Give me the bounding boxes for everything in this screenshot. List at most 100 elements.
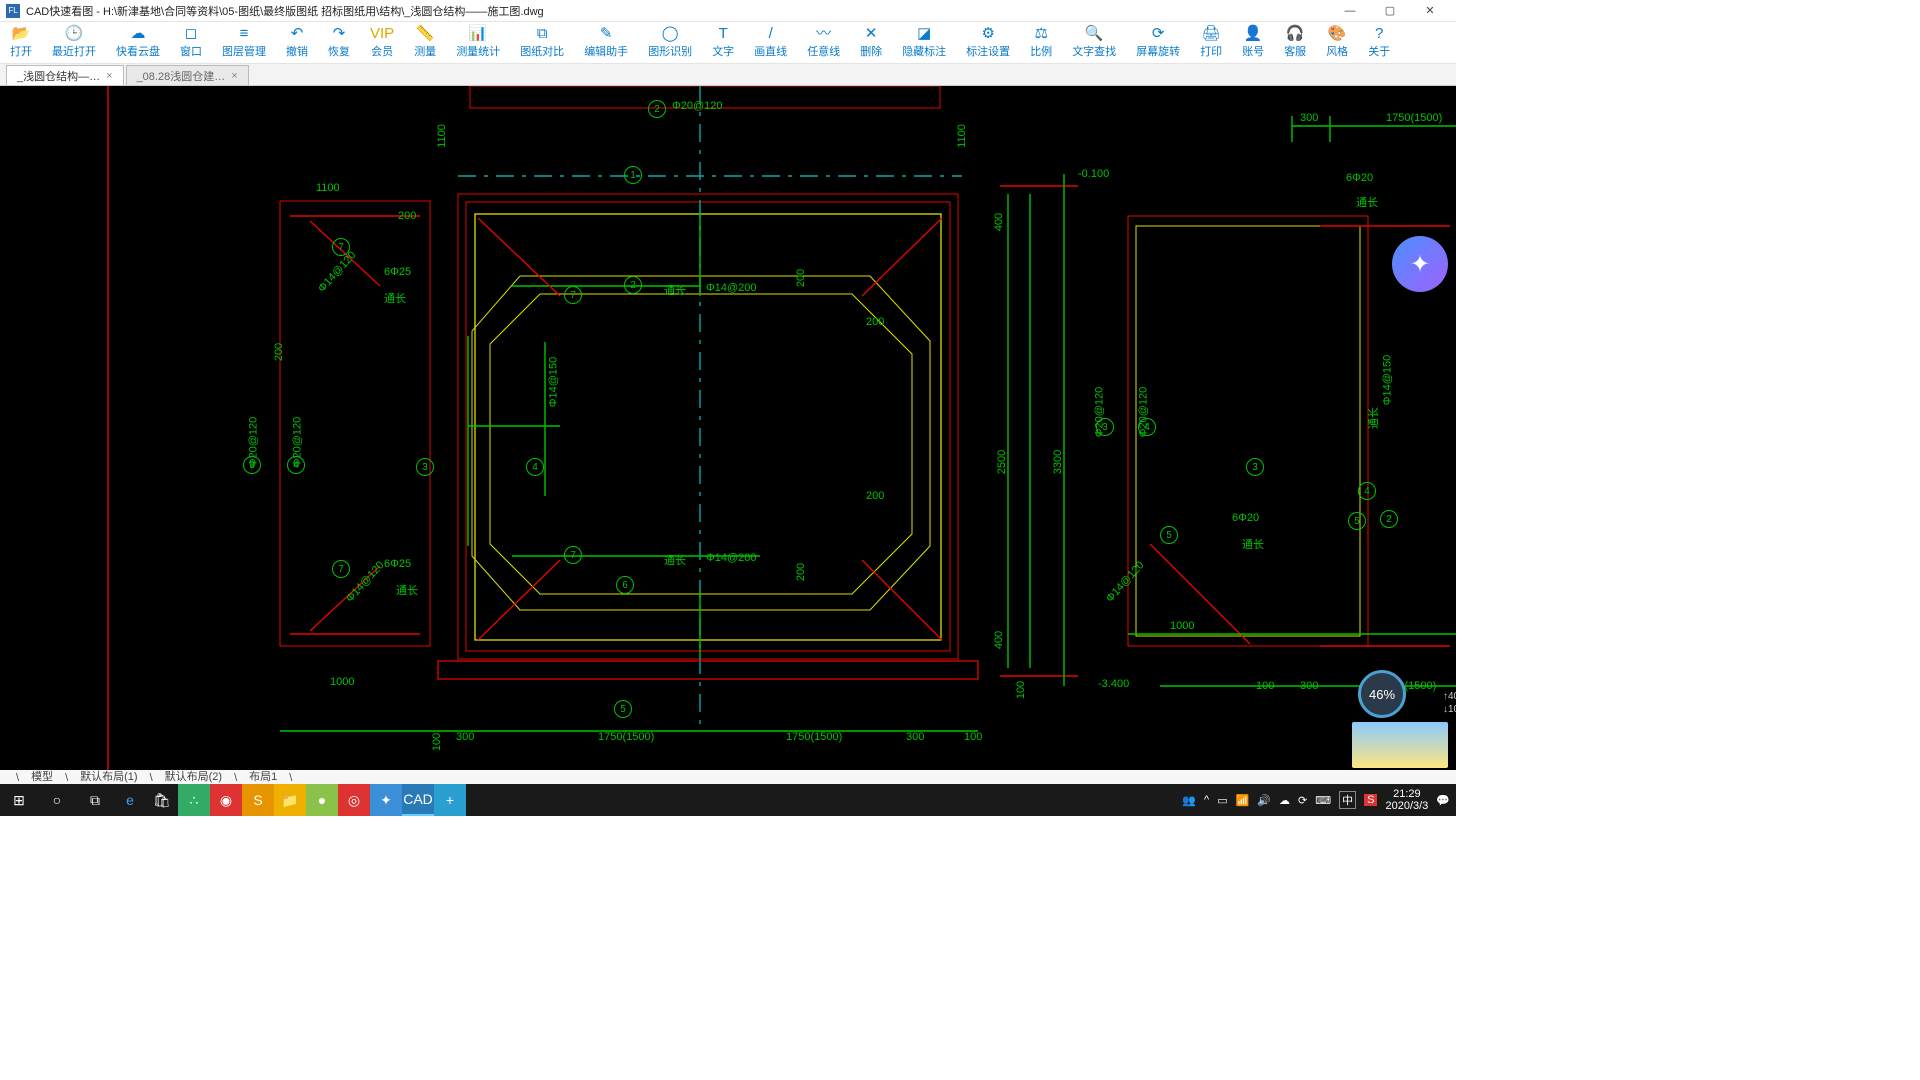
cortana-icon[interactable]: ○ [38, 784, 76, 816]
layout-tab[interactable]: 默认布局(2) [159, 768, 228, 784]
toolbar-文字[interactable]: T文字 [702, 22, 744, 63]
rebar-6d20t: 6Φ20 [1346, 172, 1373, 184]
wifi-icon[interactable]: 📶 [1236, 794, 1250, 807]
keyboard-icon[interactable]: ⌨ [1315, 794, 1331, 807]
toolbar-打印[interactable]: 🖨打印 [1190, 22, 1232, 63]
app-orange-icon[interactable]: S [242, 784, 274, 816]
dim-100r: 100 [1015, 681, 1027, 699]
start-button[interactable]: ⊞ [0, 784, 38, 816]
toolbar-icon-12: ◯ [662, 26, 679, 41]
window-title: CAD快速看图 - H:\新津基地\合同等资料\05-图纸\最终版图纸 招标图纸… [26, 3, 1330, 19]
dim-400b: 400 [993, 631, 1005, 649]
dim-1000rr: 1000 [1170, 620, 1194, 632]
toolbar-图层管理[interactable]: ≡图层管理 [212, 22, 276, 63]
volume-icon[interactable]: 🔊 [1257, 794, 1271, 807]
tray-up-icon[interactable]: ^ [1204, 794, 1209, 806]
callout-6: 6 [616, 576, 634, 594]
assistant-logo[interactable]: ✦ [1392, 236, 1448, 292]
app-bird-icon[interactable]: ✦ [370, 784, 402, 816]
toolbar-比例[interactable]: ⚖比例 [1020, 22, 1062, 63]
close-tab-icon[interactable]: × [106, 70, 112, 82]
store-icon[interactable]: 🛍 [146, 784, 178, 816]
toolbar-客服[interactable]: 🎧客服 [1274, 22, 1316, 63]
callout-3b: 3 [416, 458, 434, 476]
notifications-icon[interactable]: 💬 [1436, 794, 1450, 807]
toolbar-任意线[interactable]: 〰任意线 [797, 22, 850, 63]
dim-r1750: 1750(1500) [1386, 112, 1442, 124]
minimize-button[interactable]: — [1330, 0, 1370, 22]
drawing-canvas[interactable]: 2 1 7 2 7 3 4 3 4 7 7 6 5 3 4 5 3 4 2 5 … [0, 86, 1456, 778]
app-music-icon[interactable]: ◉ [210, 784, 242, 816]
perf-gauge[interactable]: 46% [1358, 670, 1406, 718]
weather-widget[interactable] [1352, 722, 1448, 768]
toolbar-关于[interactable]: ?关于 [1358, 22, 1400, 63]
toolbar-窗口[interactable]: ◻窗口 [170, 22, 212, 63]
toolbar-删除[interactable]: ✕删除 [850, 22, 892, 63]
callout-7b: 7 [564, 286, 582, 304]
app-red2-icon[interactable]: ◎ [338, 784, 370, 816]
dim-1000bl: 1000 [330, 676, 354, 688]
close-tab-icon[interactable]: × [231, 70, 237, 82]
close-button[interactable]: ✕ [1410, 0, 1450, 22]
callout-2b: 2 [624, 276, 642, 294]
toolbar-屏幕旋转[interactable]: ⟳屏幕旋转 [1126, 22, 1190, 63]
toolbar-打开[interactable]: 📂打开 [0, 22, 42, 63]
toolbar-快看云盘[interactable]: ☁快看云盘 [106, 22, 170, 63]
clock[interactable]: 21:292020/3/3 [1385, 788, 1428, 812]
rebar-6d20b: 6Φ20 [1232, 512, 1259, 524]
toolbar-最近打开[interactable]: 🕒最近打开 [42, 22, 106, 63]
toolbar-恢复[interactable]: ↷恢复 [318, 22, 360, 63]
callout-7c: 7 [564, 546, 582, 564]
toolbar-icon-2: ☁ [131, 26, 146, 41]
toolbar-编辑助手[interactable]: ✎编辑助手 [574, 22, 638, 63]
toolbar-画直线[interactable]: /画直线 [744, 22, 797, 63]
maximize-button[interactable]: ▢ [1370, 0, 1410, 22]
toolbar-图形识别[interactable]: ◯图形识别 [638, 22, 702, 63]
toolbar-标注设置[interactable]: ⚙标注设置 [956, 22, 1020, 63]
toolbar-账号[interactable]: 👤账号 [1232, 22, 1274, 63]
tl-r1: 通长 [1356, 194, 1378, 210]
callout-2: 2 [648, 100, 666, 118]
battery-icon[interactable]: ▭ [1217, 794, 1227, 807]
ime-icon[interactable]: 中 [1339, 791, 1356, 809]
file-tab[interactable]: _08.28浅圆仓建…× [126, 65, 249, 85]
toolbar-icon-13: T [719, 26, 728, 41]
toolbar-测量统计[interactable]: 📊测量统计 [446, 22, 510, 63]
app-trip-icon[interactable]: ∴ [178, 784, 210, 816]
toolbar-icon-26: ? [1375, 26, 1383, 41]
dim-300br: 300 [906, 731, 924, 743]
toolbar-隐藏标注[interactable]: ◪隐藏标注 [892, 22, 956, 63]
app-plus-icon[interactable]: + [434, 784, 466, 816]
toolbar-撤销[interactable]: ↶撤销 [276, 22, 318, 63]
toolbar-icon-6: ↷ [333, 26, 346, 41]
dim-1100: 1100 [316, 182, 340, 194]
toolbar-icon-20: 🔍 [1085, 26, 1104, 41]
dim-200d: 200 [866, 490, 884, 502]
elev-bot: -3.400 [1098, 678, 1129, 690]
toolbar-icon-11: ✎ [600, 26, 613, 41]
explorer-icon[interactable]: 📁 [274, 784, 306, 816]
layout-tab[interactable]: 布局1 [243, 768, 283, 784]
tl-c: 通长 [396, 582, 418, 598]
layout-tab[interactable]: 模型 [25, 768, 59, 784]
toolbar-风格[interactable]: 🎨风格 [1316, 22, 1358, 63]
dim-right-1100: 1100 [956, 124, 968, 148]
layout-tab[interactable]: 默认布局(1) [74, 768, 143, 784]
onedrive-icon[interactable]: ☁ [1279, 794, 1290, 807]
cad-app-icon[interactable]: CAD [402, 784, 434, 816]
sync-icon[interactable]: ⟳ [1298, 794, 1307, 807]
toolbar-会员[interactable]: VIP会员 [360, 22, 404, 63]
file-tab[interactable]: _浅圆仓结构—…× [6, 65, 124, 85]
dim-2500: 2500 [996, 450, 1008, 474]
callout-4b: 4 [526, 458, 544, 476]
edge-icon[interactable]: e [114, 784, 146, 816]
toolbar-文字查找[interactable]: 🔍文字查找 [1062, 22, 1126, 63]
people-icon[interactable]: 👥 [1182, 794, 1196, 807]
taskbar[interactable]: ⊞ ○ ⧉ e 🛍 ∴ ◉ S 📁 ● ◎ ✦ CAD + 👥 ^ ▭ 📶 🔊 … [0, 784, 1456, 816]
toolbar-测量[interactable]: 📏测量 [404, 22, 446, 63]
taskview-icon[interactable]: ⧉ [76, 784, 114, 816]
rebar-20-120r1: Φ20@120 [1093, 387, 1105, 438]
app-green-icon[interactable]: ● [306, 784, 338, 816]
toolbar-图纸对比[interactable]: ⧉图纸对比 [510, 22, 574, 63]
sogou-icon[interactable]: S [1364, 794, 1377, 806]
